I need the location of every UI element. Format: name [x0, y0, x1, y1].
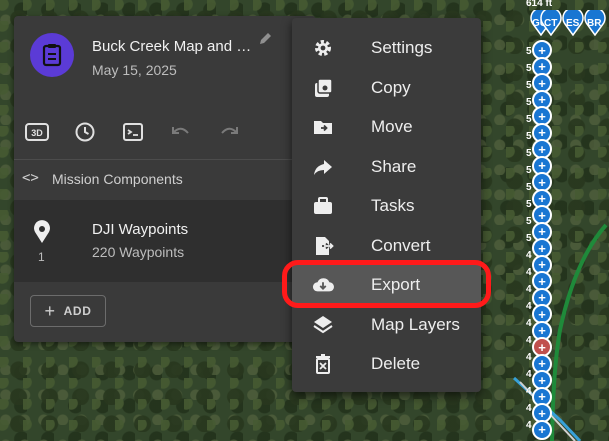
- pin-label: BR: [587, 18, 602, 29]
- pin-label: ES: [566, 18, 580, 29]
- terminal-icon[interactable]: [121, 120, 145, 144]
- mission-title: Buck Creek Map and …: [92, 38, 252, 55]
- menu-label: Export: [371, 275, 421, 294]
- mission-context-menu: Settings Copy Move Share Tasks Convert E…: [292, 18, 481, 392]
- 3d-icon[interactable]: 3D: [25, 120, 49, 144]
- menu-item-delete[interactable]: Delete: [292, 344, 481, 382]
- altitude-label: 5: [526, 80, 532, 91]
- menu-item-convert[interactable]: Convert: [292, 226, 481, 264]
- layers-icon: [312, 314, 334, 336]
- altitude-label: 4: [526, 301, 532, 312]
- menu-label: Share: [371, 157, 417, 176]
- component-name: DJI Waypoints: [92, 221, 189, 238]
- component-count: 1: [38, 250, 45, 264]
- menu-label: Copy: [371, 78, 411, 97]
- top-altitude-label: 614 ft: [526, 0, 553, 9]
- waypoint-marker[interactable]: +: [532, 419, 552, 440]
- menu-item-export[interactable]: Export: [292, 265, 481, 303]
- menu-label: Settings: [371, 38, 433, 57]
- share-arrow-icon: [312, 156, 334, 178]
- undo-icon[interactable]: [169, 120, 193, 144]
- altitude-label: 4: [526, 335, 532, 346]
- altitude-label: 5: [526, 182, 532, 193]
- gear-icon: [312, 37, 334, 59]
- pin-label: CT: [544, 18, 558, 29]
- component-item-dji-waypoints[interactable]: 1 DJI Waypoints 220 Waypoints: [14, 200, 316, 282]
- menu-label: Convert: [371, 236, 431, 255]
- altitude-label: 5: [526, 131, 532, 142]
- menu-item-share[interactable]: Share: [292, 147, 481, 185]
- waypoint-column[interactable]: 614 ft 55555555555544444444444 + + + + + + + + +…: [526, 0, 609, 441]
- pencil-icon[interactable]: [258, 32, 272, 51]
- menu-label: Tasks: [371, 196, 415, 215]
- clipboard-icon: [42, 44, 62, 67]
- menu-label: Move: [371, 117, 413, 136]
- folder-move-icon: [312, 116, 334, 138]
- svg-text:3D: 3D: [31, 128, 43, 138]
- altitude-label: 4: [526, 352, 532, 363]
- altitude-label: 4: [526, 420, 532, 431]
- altitude-label: 4: [526, 284, 532, 295]
- briefcase-icon: [312, 195, 334, 217]
- redo-icon[interactable]: [217, 120, 241, 144]
- altitude-label: 4: [526, 403, 532, 414]
- file-convert-icon: [312, 235, 334, 257]
- history-icon[interactable]: [73, 120, 97, 144]
- code-icon: <>: [22, 170, 39, 186]
- altitude-label: 4: [526, 369, 532, 380]
- mission-toolbar: 3D: [14, 104, 316, 160]
- altitude-label: 5: [526, 199, 532, 210]
- menu-label: Map Layers: [371, 315, 460, 334]
- altitude-label: 5: [526, 46, 532, 57]
- mission-date: May 15, 2025: [92, 62, 177, 78]
- component-subtitle: 220 Waypoints: [92, 244, 185, 260]
- altitude-label: 5: [526, 114, 532, 125]
- menu-item-tasks[interactable]: Tasks: [292, 186, 481, 224]
- menu-item-settings[interactable]: Settings: [292, 28, 481, 66]
- altitude-label: 5: [526, 216, 532, 227]
- altitude-label: 4: [526, 250, 532, 261]
- altitude-label: 5: [526, 165, 532, 176]
- mission-avatar[interactable]: [30, 33, 74, 77]
- menu-item-map-layers[interactable]: Map Layers: [292, 305, 481, 343]
- altitude-label: 4: [526, 318, 532, 329]
- altitude-label: 5: [526, 63, 532, 74]
- altitude-label: 4: [526, 267, 532, 278]
- waypoint-pin-es[interactable]: ES: [562, 7, 584, 37]
- menu-label: Delete: [371, 354, 421, 373]
- menu-item-copy[interactable]: Copy: [292, 68, 481, 106]
- altitude-label: 5: [526, 97, 532, 108]
- cloud-download-icon: [312, 274, 334, 296]
- add-component-button[interactable]: + ADD: [30, 295, 106, 327]
- trash-icon: [312, 353, 334, 375]
- mission-card: Buck Creek Map and … May 15, 2025 3D <> …: [14, 16, 316, 342]
- plus-icon: +: [44, 300, 56, 321]
- altitude-label: 5: [526, 148, 532, 159]
- mission-components-header[interactable]: <> Mission Components: [14, 160, 316, 200]
- altitude-label: 5: [526, 233, 532, 244]
- save-icon: [312, 77, 334, 99]
- menu-item-move[interactable]: Move: [292, 107, 481, 145]
- waypoint-pin-ct[interactable]: CT: [540, 7, 562, 37]
- waypoint-pin-icon: [32, 220, 52, 249]
- waypoint-pin-br[interactable]: BR: [584, 7, 606, 37]
- add-label: ADD: [63, 304, 92, 318]
- components-label: Mission Components: [52, 171, 183, 187]
- altitude-label: 4: [526, 386, 532, 397]
- mission-header: Buck Creek Map and … May 15, 2025: [14, 16, 316, 104]
